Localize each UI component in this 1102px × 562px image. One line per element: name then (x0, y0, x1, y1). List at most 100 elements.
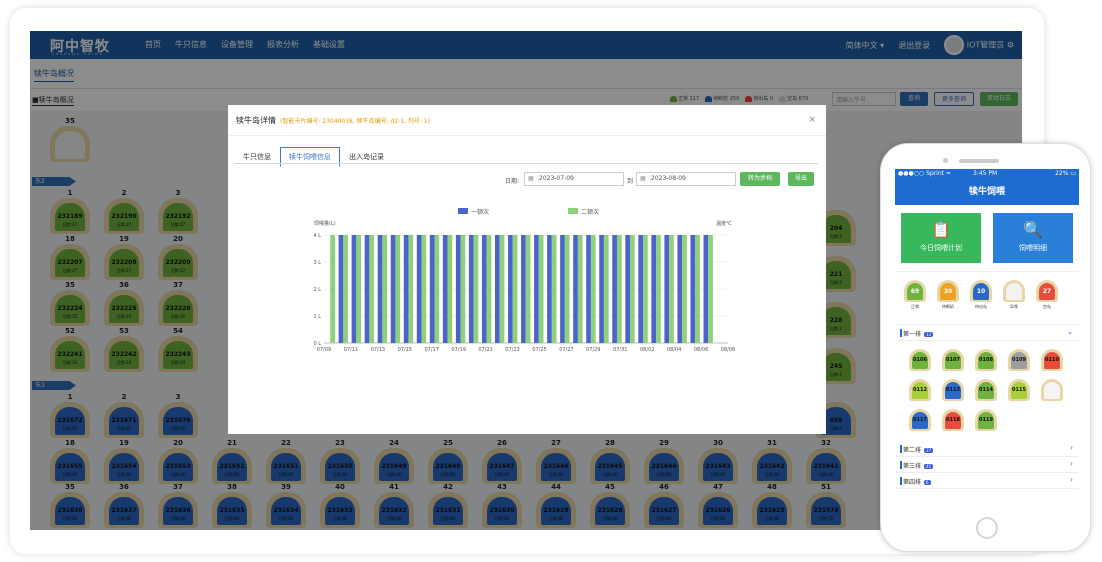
status-stat[interactable]: 10 待出岛 (969, 280, 993, 310)
bar-一顿次 (651, 235, 657, 343)
stat-dome: 10 (970, 280, 992, 302)
phone-pen[interactable]: 0108 (975, 349, 997, 371)
row-label: 第二排 (903, 447, 922, 454)
row-header-1[interactable]: 第一排 13 ⌄ (895, 325, 1079, 341)
bar-二顿次 (512, 235, 518, 343)
phone-pen[interactable]: 0106 (909, 349, 931, 371)
row-header[interactable]: 第二排 27 › (895, 441, 1079, 457)
phone-pen[interactable] (1041, 379, 1063, 401)
status-stat[interactable]: 异常 (1002, 280, 1026, 310)
bar-二顿次 (356, 235, 362, 343)
chevron-right-icon[interactable]: › (1070, 444, 1073, 452)
bar-二顿次 (577, 235, 583, 343)
modal-tab-1[interactable]: 犊牛饲喂信息 (280, 147, 340, 167)
bar-一顿次 (481, 235, 487, 343)
status-stat[interactable]: 69 正常 (903, 280, 927, 310)
date-from-value: 2023-07-09 (539, 175, 574, 182)
bar-一顿次 (560, 235, 565, 343)
x-tick-label: 07/27 (559, 347, 573, 353)
modal-tabs: 牛只信息 犊牛饲喂信息 出入岛记录 (234, 147, 393, 167)
phone-cards: 📋 今日饲喂计划 🔍 饲喂明细 (895, 205, 1079, 271)
bar-二顿次 (408, 235, 414, 343)
stat-label: 正常 (911, 304, 919, 309)
phone-pen[interactable]: 0110 (1041, 349, 1063, 371)
y-tick-label: 2 L (313, 287, 321, 293)
bar-二顿次 (525, 235, 531, 343)
phone-pen[interactable]: 0112 (909, 379, 931, 401)
bar-二顿次 (499, 235, 505, 343)
phone-pen-id: 0110 (1044, 352, 1060, 369)
phone-pen[interactable]: 0117 (909, 409, 931, 431)
bar-二顿次 (682, 235, 687, 343)
bar-二顿次 (395, 235, 401, 343)
modal-tab-0[interactable]: 牛只信息 (234, 147, 280, 167)
x-tick-label: 07/25 (532, 347, 546, 353)
phone-pen-id: 0115 (1011, 382, 1027, 399)
phone-pen[interactable]: 0109 (1008, 349, 1030, 371)
stat-label: 空岛 (1043, 304, 1051, 309)
phone-pen[interactable]: 0114 (975, 379, 997, 401)
phone-pen-id: 0119 (978, 412, 994, 429)
home-button[interactable] (976, 517, 998, 539)
bar-二顿次 (603, 235, 609, 343)
bar-一顿次 (638, 235, 644, 343)
stat-dome: 27 (1036, 280, 1058, 302)
phone-pen-id: 0117 (912, 412, 928, 429)
bar-二顿次 (630, 235, 635, 343)
row-header[interactable]: 第三排 45 › (895, 457, 1079, 473)
y-axis-title: 饲喂量(L) (314, 220, 336, 227)
chevron-down-icon[interactable]: ⌄ (1067, 328, 1073, 336)
bar-一顿次 (351, 235, 357, 343)
phone-pen[interactable]: 0119 (975, 409, 997, 431)
bar-一顿次 (508, 235, 513, 343)
bar-二顿次 (343, 235, 348, 343)
phone-status-bar: ●●●○○ Sprint ≈ 3:45 PM 22% ▭ (895, 169, 1079, 179)
y-tick-label: 4 L (313, 233, 321, 239)
modal-tab-2[interactable]: 出入岛记录 (340, 147, 393, 167)
bar-二顿次 (434, 235, 440, 343)
bar-一顿次 (612, 235, 617, 343)
bar-一顿次 (599, 235, 604, 343)
phone-pen[interactable]: 0107 (942, 349, 964, 371)
bar-一顿次 (547, 235, 552, 343)
bar-二顿次 (669, 235, 674, 343)
stat-value: 69 (907, 283, 923, 300)
bar-一顿次 (429, 235, 435, 343)
x-tick-label: 07/21 (478, 347, 492, 353)
close-icon[interactable]: × (808, 115, 816, 125)
x-tick-label: 07/17 (424, 347, 438, 353)
stat-dome: 30 (937, 280, 959, 302)
status-stat[interactable]: 30 待断奶 (936, 280, 960, 310)
export-button[interactable]: 导出 (788, 172, 814, 186)
modal-subtitle: (智能卡片编号: 23040038, 犊牛岛编号: d2-1, 列号: 1) (280, 118, 431, 125)
chevron-right-icon[interactable]: › (1070, 460, 1073, 468)
x-tick-label: 07/29 (586, 347, 600, 353)
row-badge: 27 (924, 448, 934, 453)
bar-二顿次 (382, 235, 388, 343)
chart-clipboard-icon: 📋 (931, 220, 951, 239)
row-marker (900, 477, 902, 485)
modal-title: 犊牛岛详情 (智能卡片编号: 23040038, 犊牛岛编号: d2-1, 列号:… (236, 115, 430, 126)
chevron-right-icon[interactable]: › (1070, 476, 1073, 484)
phone-screen: ●●●○○ Sprint ≈ 3:45 PM 22% ▭ 犊牛饲喂 📋 今日饲喂计… (895, 169, 1079, 509)
phone-pen-grid: 0106 0107 0108 0109 0110 0112 0113 0114 0115 0117… (895, 341, 1079, 441)
feeding-plan-card[interactable]: 📋 今日饲喂计划 (901, 213, 981, 263)
status-stat[interactable]: 27 空岛 (1035, 280, 1059, 310)
phone-pen[interactable]: 0118 (942, 409, 964, 431)
phone-row-list: 第二排 27 › 第三排 45 › 第四排 6 › (895, 441, 1079, 489)
row-header[interactable]: 第四排 6 › (895, 473, 1079, 489)
calendar-icon: ▦ (640, 175, 646, 182)
date-to-input[interactable]: ▦ 2023-08-09 (636, 172, 736, 186)
date-from-input[interactable]: ▦ 2023-07-09 (524, 172, 624, 186)
stat-label: 待出岛 (975, 304, 987, 309)
bar-一顿次 (455, 235, 461, 343)
phone-pen[interactable]: 0113 (942, 379, 964, 401)
feeding-detail-card[interactable]: 🔍 饲喂明细 (993, 213, 1073, 263)
bar-二顿次 (616, 235, 622, 343)
y2-axis-title: 温度℃ (716, 220, 732, 227)
bar-二顿次 (695, 235, 700, 343)
phone-pen[interactable]: 0115 (1008, 379, 1030, 401)
divider (228, 135, 826, 136)
convert-step-button[interactable]: 转为步档 (740, 172, 780, 186)
legend-label: 二顿次 (581, 208, 599, 216)
